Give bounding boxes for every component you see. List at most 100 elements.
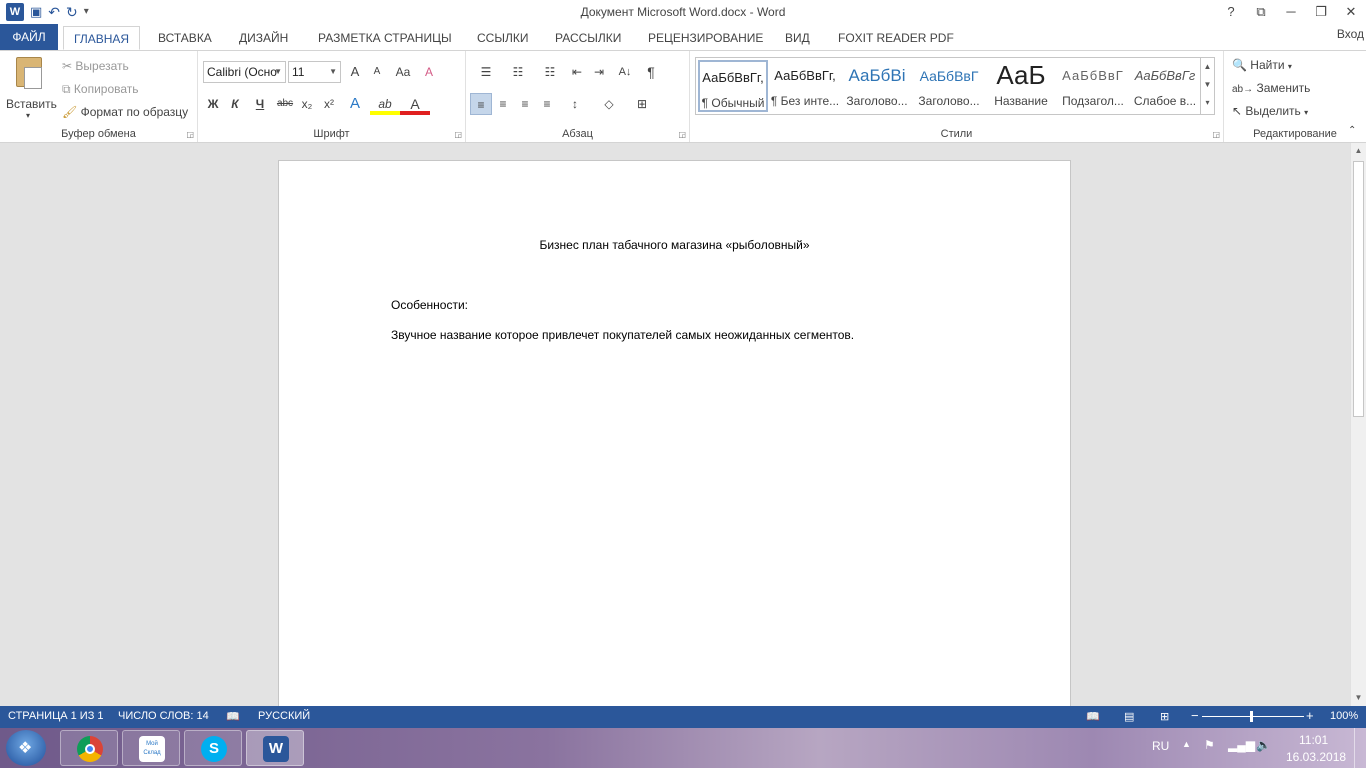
close-button[interactable]: ✕ bbox=[1336, 0, 1366, 24]
read-mode-icon[interactable]: 📖 bbox=[1086, 710, 1100, 723]
numbering-button[interactable]: ☷ bbox=[502, 61, 534, 83]
tab-view[interactable]: ВИД bbox=[785, 26, 810, 50]
page-count[interactable]: СТРАНИЦА 1 ИЗ 1 bbox=[8, 710, 104, 722]
style-normal[interactable]: АаБбВвГг, ¶ Обычный bbox=[698, 60, 768, 112]
help-button[interactable]: ? bbox=[1216, 0, 1246, 24]
font-name-combobox[interactable]: Calibri (Осно ▼ bbox=[203, 61, 286, 83]
subscript-button[interactable]: x₂ bbox=[296, 93, 318, 115]
collapse-ribbon-icon[interactable]: ⌃ bbox=[1348, 125, 1356, 136]
gallery-more-icon[interactable]: ▾ bbox=[1201, 94, 1214, 112]
tab-file[interactable]: ФАЙЛ bbox=[0, 24, 58, 50]
zoom-out-button[interactable]: − bbox=[1191, 708, 1199, 723]
gallery-up-icon[interactable]: ▲ bbox=[1201, 58, 1214, 76]
show-formatting-button[interactable]: ¶ bbox=[640, 61, 662, 83]
clock-date[interactable]: 16.03.2018 bbox=[1286, 750, 1346, 764]
sort-button[interactable]: A↓ bbox=[610, 61, 640, 83]
bullets-button[interactable]: ☰ bbox=[470, 61, 502, 83]
word-count[interactable]: ЧИСЛО СЛОВ: 14 bbox=[118, 710, 209, 722]
style-heading-1[interactable]: АаБбВі Заголово... bbox=[842, 60, 912, 112]
show-desktop-button[interactable] bbox=[1354, 728, 1366, 768]
tab-home[interactable]: ГЛАВНАЯ bbox=[63, 26, 141, 50]
tray-expand-icon[interactable]: ▲ bbox=[1182, 739, 1191, 749]
increase-indent-button[interactable]: ⇥ bbox=[588, 61, 610, 83]
web-layout-icon[interactable]: ⊞ bbox=[1160, 710, 1169, 723]
strikethrough-button[interactable]: abc bbox=[274, 93, 296, 115]
volume-icon[interactable]: 🔈 bbox=[1256, 738, 1271, 752]
style-subtle-emphasis[interactable]: АаБбВвГг Слабое в... bbox=[1130, 60, 1200, 112]
taskbar-app-word[interactable]: W bbox=[246, 730, 304, 766]
clock-time[interactable]: 11:01 bbox=[1299, 733, 1328, 747]
justify-button[interactable]: ≡ bbox=[536, 93, 558, 115]
gallery-down-icon[interactable]: ▼ bbox=[1201, 76, 1214, 94]
underline-button[interactable]: Ч bbox=[246, 93, 274, 115]
taskbar-app-chrome[interactable] bbox=[60, 730, 118, 766]
maximize-button[interactable]: ❐ bbox=[1306, 0, 1336, 24]
highlight-button[interactable]: ab bbox=[370, 93, 400, 115]
tab-mailings[interactable]: РАССЫЛКИ bbox=[555, 26, 621, 50]
zoom-in-button[interactable]: + bbox=[1306, 708, 1314, 723]
italic-button[interactable]: К bbox=[224, 93, 246, 115]
paragraph-launcher-icon[interactable]: ◲ bbox=[678, 130, 686, 139]
taskbar-app-skype[interactable]: S bbox=[184, 730, 242, 766]
align-left-button[interactable]: ≡ bbox=[470, 93, 492, 115]
change-case-button[interactable]: Aa bbox=[388, 61, 418, 83]
decrease-indent-button[interactable]: ⇤ bbox=[566, 61, 588, 83]
align-center-button[interactable]: ≡ bbox=[492, 93, 514, 115]
tab-page-layout[interactable]: РАЗМЕТКА СТРАНИЦЫ bbox=[318, 26, 452, 50]
document-page[interactable]: Бизнес план табачного магазина «рыболовн… bbox=[278, 160, 1071, 706]
network-icon[interactable]: ▂▄▆ bbox=[1228, 738, 1255, 752]
scroll-thumb[interactable] bbox=[1353, 161, 1364, 417]
tab-review[interactable]: РЕЦЕНЗИРОВАНИЕ bbox=[648, 26, 763, 50]
sign-in-link[interactable]: Вход bbox=[1337, 27, 1364, 41]
vertical-scrollbar[interactable]: ▲ ▼ bbox=[1350, 143, 1366, 706]
scroll-down-icon[interactable]: ▼ bbox=[1351, 690, 1366, 706]
proofing-icon[interactable]: 📖 bbox=[226, 710, 240, 723]
window-controls: ? ⧉ ─ ❐ ✕ bbox=[1216, 0, 1366, 24]
superscript-button[interactable]: x² bbox=[318, 93, 340, 115]
zoom-slider-thumb[interactable] bbox=[1250, 711, 1253, 722]
scroll-up-icon[interactable]: ▲ bbox=[1351, 143, 1366, 159]
line-spacing-button[interactable]: ↕ bbox=[558, 93, 592, 115]
replace-button[interactable]: ab→ Заменить bbox=[1232, 81, 1310, 95]
font-color-button[interactable]: A bbox=[400, 93, 430, 115]
tab-insert[interactable]: ВСТАВКА bbox=[158, 26, 212, 50]
shrink-font-button[interactable]: A bbox=[366, 61, 388, 83]
styles-launcher-icon[interactable]: ◲ bbox=[1212, 130, 1220, 139]
paste-button[interactable]: Вставить ▾ bbox=[4, 55, 57, 121]
style-heading-2[interactable]: АаБбВвГ Заголово... bbox=[914, 60, 984, 112]
font-launcher-icon[interactable]: ◲ bbox=[454, 130, 462, 139]
minimize-button[interactable]: ─ bbox=[1276, 0, 1306, 24]
style-no-spacing[interactable]: АаБбВвГг, ¶ Без инте... bbox=[770, 60, 840, 112]
cut-button[interactable]: ✂ Вырезать bbox=[62, 59, 129, 73]
tab-foxit-reader-pdf[interactable]: FOXIT READER PDF bbox=[838, 26, 954, 50]
clear-formatting-button[interactable]: A bbox=[418, 61, 440, 83]
tab-design[interactable]: ДИЗАЙН bbox=[239, 26, 288, 50]
paste-dropdown-icon[interactable]: ▾ bbox=[26, 111, 30, 120]
document-area: Бизнес план табачного магазина «рыболовн… bbox=[0, 143, 1350, 706]
grow-font-button[interactable]: A bbox=[344, 61, 366, 83]
start-button[interactable]: ❖ bbox=[6, 730, 46, 766]
zoom-slider[interactable] bbox=[1202, 716, 1304, 717]
language-indicator[interactable]: РУССКИЙ bbox=[258, 710, 310, 722]
borders-button[interactable]: ⊞ bbox=[626, 93, 658, 115]
clipboard-launcher-icon[interactable]: ◲ bbox=[186, 130, 194, 139]
copy-button[interactable]: ⧉ Копировать bbox=[62, 82, 139, 97]
shading-button[interactable]: ◇ bbox=[592, 93, 626, 115]
ribbon-display-options-button[interactable]: ⧉ bbox=[1246, 0, 1276, 24]
format-painter-button[interactable]: 🖌 Формат по образцу bbox=[62, 105, 188, 119]
print-layout-icon[interactable]: ▤ bbox=[1124, 710, 1134, 723]
find-button[interactable]: 🔍 Найти ▾ bbox=[1232, 58, 1292, 72]
taskbar-app-moi-sklad[interactable]: Мой Склад bbox=[122, 730, 180, 766]
select-button[interactable]: ↖ Выделить ▾ bbox=[1232, 104, 1308, 118]
align-right-button[interactable]: ≡ bbox=[514, 93, 536, 115]
multilevel-list-button[interactable]: ☷ bbox=[534, 61, 566, 83]
zoom-level[interactable]: 100% bbox=[1330, 710, 1358, 722]
action-center-flag-icon[interactable]: ⚑ bbox=[1204, 738, 1215, 752]
font-size-combobox[interactable]: 11 ▼ bbox=[288, 61, 341, 83]
style-subtitle[interactable]: АаБбВвГ Подзагол... bbox=[1058, 60, 1128, 112]
bold-button[interactable]: Ж bbox=[202, 93, 224, 115]
text-effects-button[interactable]: A bbox=[340, 93, 370, 115]
tab-references[interactable]: ССЫЛКИ bbox=[477, 26, 528, 50]
style-title[interactable]: АаБ Название bbox=[986, 60, 1056, 112]
input-language[interactable]: RU bbox=[1152, 739, 1169, 753]
